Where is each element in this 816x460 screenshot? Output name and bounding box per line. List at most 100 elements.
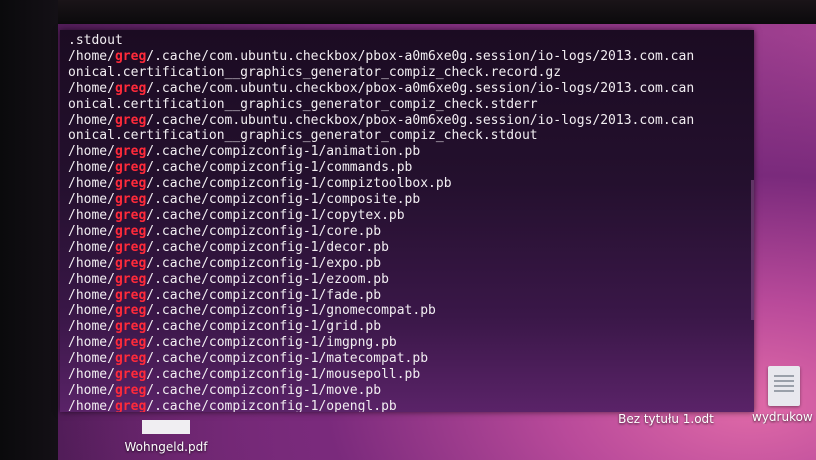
desktop-icon-label: wydrukow bbox=[752, 410, 813, 424]
terminal-output[interactable]: .stdout/home/greg/.cache/com.ubuntu.chec… bbox=[68, 33, 750, 412]
desktop-icon-label: Bez tytułu 1.odt bbox=[618, 412, 714, 426]
username-highlight: greg bbox=[114, 80, 147, 96]
path-suffix: /.cache/compizconfig-1/expo.pb bbox=[146, 255, 382, 271]
desktop-icon-bez-tytulu[interactable]: Bez tytułu 1.odt bbox=[606, 412, 726, 426]
terminal-line: onical.certification__graphics_generator… bbox=[68, 97, 750, 113]
terminal-line: /home/greg/.cache/compizconfig-1/expo.pb bbox=[68, 256, 750, 272]
path-prefix: /home/ bbox=[68, 192, 115, 208]
username-highlight: greg bbox=[114, 287, 147, 303]
path-suffix: /.cache/com.ubuntu.checkbox/pbox-a0m6xe0… bbox=[146, 48, 695, 64]
path-prefix: /home/ bbox=[68, 303, 115, 319]
username-highlight: greg bbox=[114, 223, 147, 239]
monitor-bezel-left bbox=[0, 0, 58, 460]
path-prefix: /home/ bbox=[68, 319, 115, 335]
terminal-line: onical.certification__graphics_generator… bbox=[68, 128, 750, 144]
terminal-line: /home/greg/.cache/com.ubuntu.checkbox/pb… bbox=[68, 81, 750, 97]
username-highlight: greg bbox=[114, 303, 147, 319]
desktop-icon-wohngeld[interactable]: Wohngeld.pdf bbox=[116, 420, 216, 454]
username-highlight: greg bbox=[114, 398, 147, 412]
path-suffix: /.cache/compizconfig-1/copytex.pb bbox=[146, 207, 405, 223]
username-highlight: greg bbox=[114, 351, 147, 367]
terminal-line: /home/greg/.cache/compizconfig-1/matecom… bbox=[68, 351, 750, 367]
path-prefix: /home/ bbox=[68, 351, 115, 367]
terminal-line: /home/greg/.cache/compizconfig-1/gnomeco… bbox=[68, 303, 750, 319]
terminal-line: /home/greg/.cache/compizconfig-1/ezoom.p… bbox=[68, 272, 750, 288]
path-suffix: /.cache/compizconfig-1/mousepoll.pb bbox=[146, 367, 421, 383]
path-prefix: /home/ bbox=[68, 48, 115, 64]
terminal-line: /home/greg/.cache/compizconfig-1/mousepo… bbox=[68, 367, 750, 383]
username-highlight: greg bbox=[114, 160, 147, 176]
path-suffix: /.cache/compizconfig-1/ezoom.pb bbox=[146, 271, 389, 287]
path-suffix: /.cache/compizconfig-1/opengl.pb bbox=[146, 398, 397, 412]
desktop-icon-label: Wohngeld.pdf bbox=[124, 440, 208, 454]
username-highlight: greg bbox=[114, 48, 147, 64]
username-highlight: greg bbox=[114, 112, 147, 128]
username-highlight: greg bbox=[114, 176, 147, 192]
terminal-line: /home/greg/.cache/compizconfig-1/command… bbox=[68, 160, 750, 176]
document-icon bbox=[768, 366, 800, 406]
username-highlight: greg bbox=[114, 207, 147, 223]
path-prefix: /home/ bbox=[68, 112, 115, 128]
path-prefix: onical.certification__graphics_generator… bbox=[68, 128, 538, 144]
username-highlight: greg bbox=[114, 319, 147, 335]
path-suffix: /.cache/compizconfig-1/animation.pb bbox=[146, 144, 421, 160]
terminal-line: /home/greg/.cache/compizconfig-1/decor.p… bbox=[68, 240, 750, 256]
path-prefix: /home/ bbox=[68, 398, 115, 412]
terminal-line: /home/greg/.cache/com.ubuntu.checkbox/pb… bbox=[68, 49, 750, 65]
terminal-line: /home/greg/.cache/compizconfig-1/move.pb bbox=[68, 383, 750, 399]
path-suffix: /.cache/compizconfig-1/matecompat.pb bbox=[146, 351, 429, 367]
path-suffix: /.cache/compizconfig-1/fade.pb bbox=[146, 287, 382, 303]
terminal-line: /home/greg/.cache/compizconfig-1/imgpng.… bbox=[68, 335, 750, 351]
username-highlight: greg bbox=[114, 239, 147, 255]
path-prefix: /home/ bbox=[68, 176, 115, 192]
path-suffix: /.cache/compizconfig-1/compiztoolbox.pb bbox=[146, 176, 452, 192]
path-prefix: /home/ bbox=[68, 239, 115, 255]
username-highlight: greg bbox=[114, 335, 147, 351]
username-highlight: greg bbox=[114, 255, 147, 271]
path-prefix: /home/ bbox=[68, 287, 115, 303]
path-suffix: /.cache/compizconfig-1/core.pb bbox=[146, 223, 382, 239]
terminal-line: /home/greg/.cache/compizconfig-1/compizt… bbox=[68, 176, 750, 192]
desktop-icon-wydrukow[interactable]: wydrukow bbox=[752, 366, 816, 424]
path-suffix: /.cache/compizconfig-1/commands.pb bbox=[146, 160, 413, 176]
path-suffix: /.cache/compizconfig-1/grid.pb bbox=[146, 319, 382, 335]
terminal-line: /home/greg/.cache/compizconfig-1/core.pb bbox=[68, 224, 750, 240]
pdf-file-icon bbox=[142, 420, 190, 434]
path-prefix: onical.certification__graphics_generator… bbox=[68, 64, 562, 80]
path-prefix: /home/ bbox=[68, 271, 115, 287]
path-suffix: /.cache/compizconfig-1/composite.pb bbox=[146, 192, 421, 208]
username-highlight: greg bbox=[114, 367, 147, 383]
path-prefix: /home/ bbox=[68, 335, 115, 351]
path-prefix: /home/ bbox=[68, 255, 115, 271]
terminal-scrollbar[interactable] bbox=[751, 180, 754, 320]
path-suffix: /.cache/compizconfig-1/imgpng.pb bbox=[146, 335, 397, 351]
username-highlight: greg bbox=[114, 271, 147, 287]
terminal-line: /home/greg/.cache/compizconfig-1/opengl.… bbox=[68, 399, 750, 412]
path-suffix: /.cache/compizconfig-1/decor.pb bbox=[146, 239, 389, 255]
path-suffix: /.cache/compizconfig-1/move.pb bbox=[146, 382, 382, 398]
path-prefix: /home/ bbox=[68, 80, 115, 96]
path-prefix: /home/ bbox=[68, 207, 115, 223]
terminal-line: /home/greg/.cache/compizconfig-1/animati… bbox=[68, 144, 750, 160]
terminal-line: /home/greg/.cache/compizconfig-1/copytex… bbox=[68, 208, 750, 224]
path-prefix: /home/ bbox=[68, 144, 115, 160]
path-suffix: /.cache/compizconfig-1/gnomecompat.pb bbox=[146, 303, 436, 319]
path-prefix: /home/ bbox=[68, 367, 115, 383]
path-suffix: /.cache/com.ubuntu.checkbox/pbox-a0m6xe0… bbox=[146, 112, 695, 128]
terminal-line: /home/greg/.cache/compizconfig-1/composi… bbox=[68, 192, 750, 208]
terminal-line: .stdout bbox=[68, 33, 750, 49]
username-highlight: greg bbox=[114, 144, 147, 160]
terminal-line: /home/greg/.cache/com.ubuntu.checkbox/pb… bbox=[68, 113, 750, 129]
path-suffix: /.cache/com.ubuntu.checkbox/pbox-a0m6xe0… bbox=[146, 80, 695, 96]
monitor-bezel-top bbox=[0, 0, 816, 24]
username-highlight: greg bbox=[114, 192, 147, 208]
path-prefix: /home/ bbox=[68, 382, 115, 398]
path-prefix: /home/ bbox=[68, 223, 115, 239]
terminal-line: /home/greg/.cache/compizconfig-1/grid.pb bbox=[68, 319, 750, 335]
terminal-window[interactable]: .stdout/home/greg/.cache/com.ubuntu.chec… bbox=[60, 30, 754, 412]
username-highlight: greg bbox=[114, 382, 147, 398]
terminal-line: /home/greg/.cache/compizconfig-1/fade.pb bbox=[68, 288, 750, 304]
path-prefix: onical.certification__graphics_generator… bbox=[68, 96, 538, 112]
terminal-line: onical.certification__graphics_generator… bbox=[68, 65, 750, 81]
path-prefix: .stdout bbox=[68, 33, 123, 48]
